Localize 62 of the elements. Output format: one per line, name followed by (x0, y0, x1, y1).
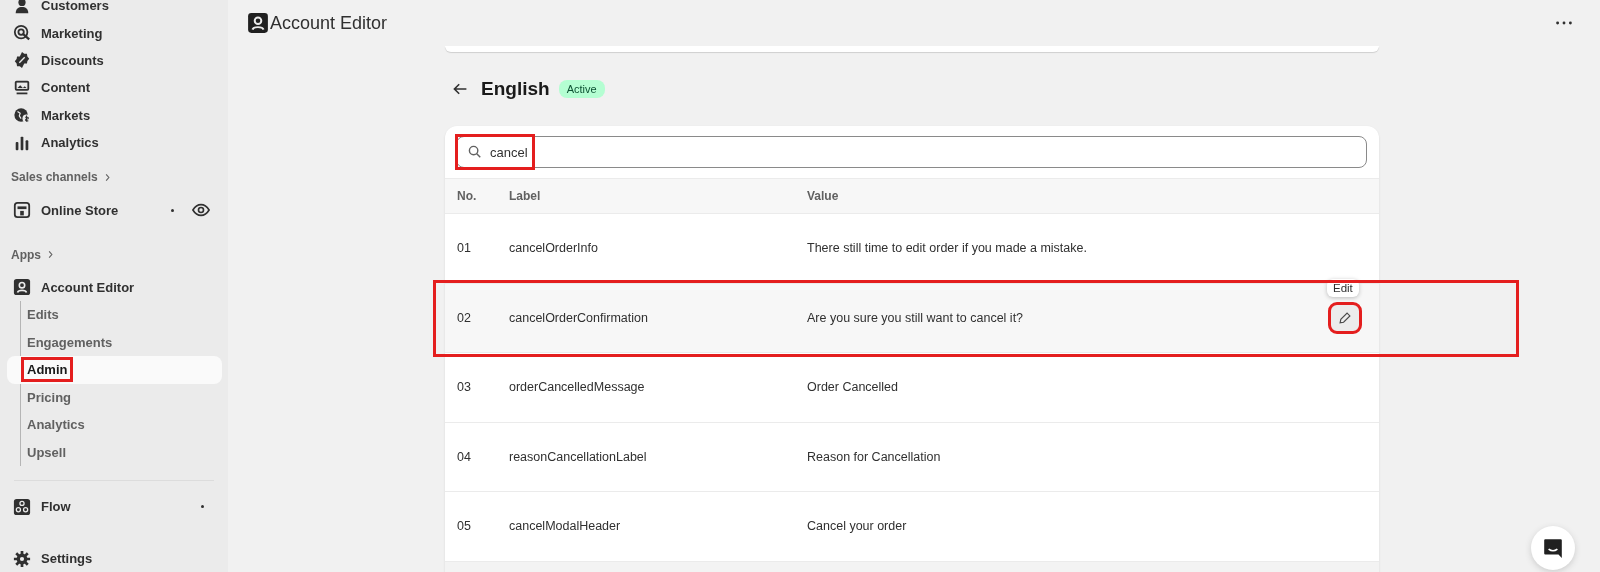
table-cell-text: Are you sure you still want to cancel it? (807, 310, 1025, 325)
page-title: English (481, 78, 550, 100)
table-row[interactable]: 04 reasonCancellationLabel Reason for Cancellation (445, 422, 1379, 492)
table-cell-text: Cancel your order (807, 519, 908, 534)
nav-subitem[interactable]: Analytics (7, 411, 222, 439)
edit-button[interactable] (1331, 304, 1359, 331)
section-heading[interactable]: Sales channels (6, 156, 222, 197)
table-row[interactable]: 05 cancelModalHeader Cancel your order (445, 492, 1379, 562)
table-row[interactable]: 03 orderCancelledMessage Order Cancelled (445, 353, 1379, 423)
nav-item[interactable]: Discounts (6, 51, 222, 70)
status-badge: Active (558, 80, 605, 98)
table-cell-text: Order Cancelled (807, 380, 899, 395)
storefront-icon (13, 201, 31, 220)
nav-item[interactable]: Customers (6, 0, 222, 15)
more-menu-icon (1556, 21, 1572, 25)
table-cell-text: orderCancelledMessage (509, 380, 646, 395)
table-cell-text: cancelOrderInfo (509, 241, 599, 256)
back-arrow-icon (452, 81, 468, 97)
column-header: Value (807, 189, 840, 203)
column-header: Label (509, 189, 542, 203)
table-cell-text: There still time to edit order if you made a mistake. (807, 241, 1088, 256)
section-heading[interactable]: Apps (6, 233, 222, 274)
search-field[interactable]: cancel (456, 136, 1367, 168)
discount-badge-icon (13, 51, 31, 70)
table-cell-text: 02 (456, 310, 472, 325)
pencil-icon (1338, 310, 1352, 325)
table-cell-text: reasonCancellationLabel (509, 449, 648, 464)
nav-subitem[interactable]: Admin (7, 356, 222, 384)
nav-item[interactable]: Flow (6, 497, 201, 516)
table-row[interactable]: 01 cancelOrderInfo There still time to edit order if you made a mistake. (445, 214, 1379, 284)
chevron-right-icon (46, 250, 55, 260)
app-logo-icon (247, 12, 269, 34)
nav-item[interactable]: Content (6, 78, 222, 97)
nav-subitem[interactable]: Pricing (7, 383, 222, 412)
nav-item[interactable]: Account Editor (6, 278, 222, 297)
chat-button[interactable] (1531, 526, 1575, 570)
target-icon (13, 24, 31, 43)
table-cell-text: cancelOrderConfirmation (509, 310, 649, 325)
flow-icon (13, 497, 31, 516)
settings-icon (13, 549, 31, 568)
monitor-icon (13, 78, 31, 97)
app-logo-icon (13, 278, 31, 297)
table-cell-text: 05 (456, 519, 472, 534)
table-cell-text: 03 (456, 380, 472, 395)
settings-link[interactable]: Settings (6, 549, 222, 568)
table-cell-text: cancelModalHeader (509, 519, 622, 534)
globe-icon (13, 106, 31, 125)
column-header: No. (456, 189, 478, 203)
search-icon (468, 145, 482, 159)
table-cell-text: Reason for Cancellation (807, 449, 942, 464)
nav-subitem[interactable]: Engagements (7, 328, 222, 357)
table-cell-text: 01 (456, 241, 472, 256)
nav-item[interactable]: Markets (6, 106, 222, 125)
nav-item[interactable]: Analytics (6, 133, 222, 152)
nav-item[interactable]: Online Store (6, 201, 171, 220)
nav-item[interactable]: Marketing (6, 24, 222, 43)
chat-icon (1542, 537, 1564, 559)
table-cell-text: 04 (456, 449, 472, 464)
nav-subitem[interactable]: Upsell (7, 438, 222, 467)
nav-subitem[interactable]: Edits (7, 301, 222, 329)
app-title: Account Editor (270, 12, 388, 34)
person-icon (13, 0, 31, 15)
